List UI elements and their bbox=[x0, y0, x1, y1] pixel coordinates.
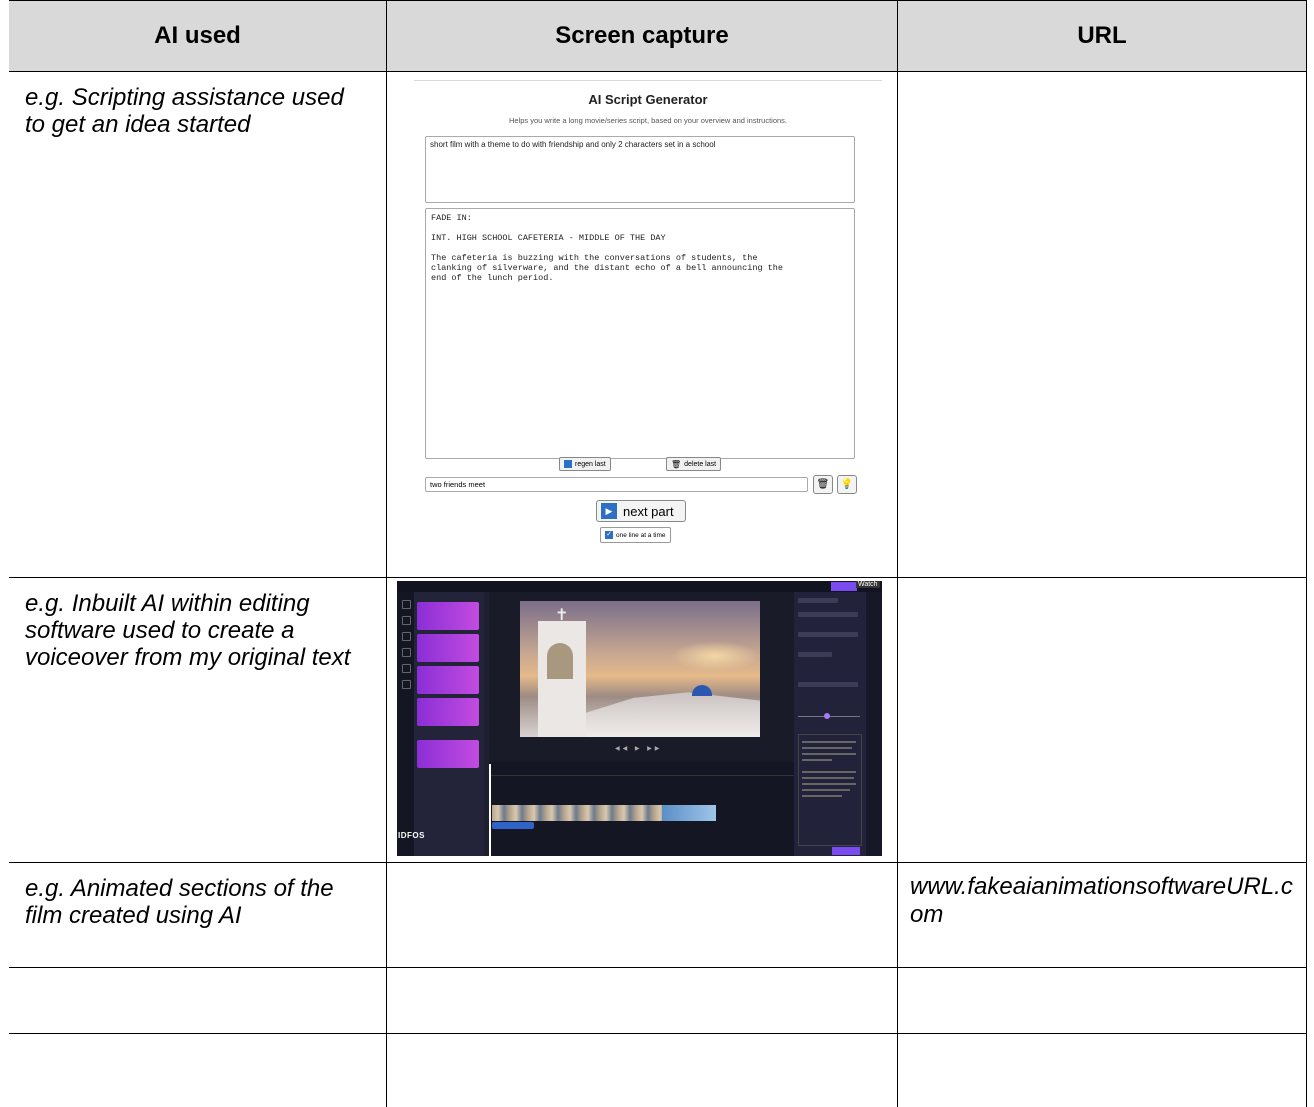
screen-capture-cell bbox=[387, 1034, 898, 1107]
editor-top-bar bbox=[397, 581, 882, 592]
ai-used-cell bbox=[9, 1034, 387, 1107]
video-preview: ✝ bbox=[520, 601, 760, 737]
trash-icon: 🗑 bbox=[816, 479, 830, 490]
editor-right-rail bbox=[866, 592, 882, 856]
pace-slider-knob[interactable] bbox=[824, 713, 830, 719]
playback-controls[interactable]: ◀◀ ▶ ▶▶ bbox=[615, 745, 662, 752]
brand-icon[interactable] bbox=[402, 680, 411, 689]
delete-label: delete last bbox=[684, 460, 717, 468]
video-clip[interactable] bbox=[662, 805, 716, 821]
header-row: AI used Screen capture URL bbox=[9, 0, 1307, 71]
logo: IDFOS bbox=[398, 831, 425, 840]
checkbox-label: one line at a time bbox=[616, 531, 666, 539]
template-tile[interactable] bbox=[417, 634, 479, 662]
instruction-input[interactable]: two friends meet bbox=[425, 477, 808, 492]
checkbox-checked-icon: ✓ bbox=[605, 531, 613, 539]
text-line bbox=[802, 747, 852, 749]
village-hill bbox=[580, 692, 760, 737]
text-icon[interactable] bbox=[402, 648, 411, 657]
header-url: URL bbox=[898, 1, 1307, 71]
lightbulb-icon: 💡 bbox=[840, 479, 854, 490]
header-ai-used: AI used bbox=[9, 1, 387, 71]
idea-button[interactable]: 💡 bbox=[837, 475, 857, 494]
template-tile[interactable] bbox=[417, 740, 479, 768]
url-cell bbox=[898, 1034, 1307, 1107]
ai-used-cell: e.g. Animated sections of the film creat… bbox=[9, 863, 387, 967]
record-icon[interactable] bbox=[402, 616, 411, 625]
cross-icon: ✝ bbox=[555, 607, 569, 624]
voiceover-properties-panel bbox=[794, 592, 866, 856]
table-row: e.g. Animated sections of the film creat… bbox=[9, 862, 1307, 967]
regen-icon bbox=[564, 460, 572, 468]
voice-select[interactable] bbox=[798, 632, 858, 637]
playhead[interactable] bbox=[489, 764, 491, 856]
ai-used-cell bbox=[9, 968, 387, 1033]
text-line bbox=[802, 759, 832, 761]
text-line bbox=[802, 741, 856, 743]
table-row bbox=[9, 1033, 1307, 1107]
sunset-glow bbox=[670, 641, 760, 671]
template-tile[interactable] bbox=[417, 698, 479, 726]
screen-capture-cell bbox=[387, 968, 898, 1033]
delete-last-button[interactable]: 🗑 delete last bbox=[666, 457, 722, 471]
watermark: Watch bbox=[856, 581, 880, 588]
regen-label: regen last bbox=[575, 460, 606, 468]
property-row bbox=[798, 652, 832, 657]
language-select[interactable] bbox=[798, 612, 858, 617]
next-part-label: next part bbox=[623, 503, 674, 519]
divider bbox=[414, 80, 882, 81]
table-row bbox=[9, 967, 1307, 1033]
save-to-timeline-button[interactable] bbox=[832, 847, 860, 855]
next-part-button[interactable]: ▶ next part bbox=[596, 500, 686, 522]
text-line bbox=[802, 795, 842, 797]
script-generator-screenshot: AI Script Generator Helps you write a lo… bbox=[414, 80, 882, 550]
regen-last-button[interactable]: regen last bbox=[559, 457, 611, 471]
bell-tower bbox=[538, 621, 586, 737]
text-line bbox=[802, 771, 856, 773]
ai-used-cell: e.g. Inbuilt AI within editing software … bbox=[9, 578, 387, 862]
text-line bbox=[802, 753, 856, 755]
template-tile[interactable] bbox=[417, 602, 479, 630]
clear-button[interactable]: 🗑 bbox=[813, 475, 833, 494]
script-output-textarea[interactable]: FADE IN: INT. HIGH SCHOOL CAFETERIA - MI… bbox=[425, 208, 855, 459]
play-icon: ▶ bbox=[601, 503, 617, 519]
generator-subtitle: Helps you write a long movie/series scri… bbox=[508, 116, 788, 125]
editor-left-rail bbox=[397, 592, 414, 856]
screen-capture-cell bbox=[387, 863, 898, 967]
text-line bbox=[802, 789, 850, 791]
url-cell bbox=[898, 968, 1307, 1033]
content-icon[interactable] bbox=[402, 632, 411, 641]
transitions-icon[interactable] bbox=[402, 664, 411, 673]
header-screen-capture: Screen capture bbox=[387, 1, 898, 71]
voiceover-template-panel bbox=[414, 592, 484, 856]
video-editor-screenshot: Watch ✝ ◀◀ ▶ ▶▶ IDFOS bbox=[397, 581, 882, 856]
text-line bbox=[802, 777, 854, 779]
url-cell: www.fakeaianimationsoftwareURL.com bbox=[898, 863, 1307, 967]
template-tile[interactable] bbox=[417, 666, 479, 694]
ai-used-cell: e.g. Scripting assistance used to get an… bbox=[9, 72, 387, 577]
one-line-checkbox[interactable]: ✓ one line at a time bbox=[600, 527, 671, 543]
url-cell bbox=[898, 578, 1307, 862]
text-line bbox=[802, 783, 856, 785]
generator-title: AI Script Generator bbox=[588, 92, 708, 107]
bell-arch bbox=[547, 643, 573, 679]
url-cell bbox=[898, 72, 1307, 577]
media-icon[interactable] bbox=[402, 600, 411, 609]
trash-icon: 🗑 bbox=[671, 459, 682, 469]
export-button[interactable] bbox=[831, 582, 857, 591]
style-select[interactable] bbox=[798, 682, 858, 687]
overview-textarea[interactable]: short film with a theme to do with frien… bbox=[425, 136, 855, 203]
timeline-ruler bbox=[489, 769, 794, 776]
property-row bbox=[798, 598, 838, 603]
blue-dome bbox=[692, 685, 712, 696]
voiceover-text-box[interactable] bbox=[798, 734, 862, 846]
audio-clip[interactable] bbox=[492, 822, 534, 829]
